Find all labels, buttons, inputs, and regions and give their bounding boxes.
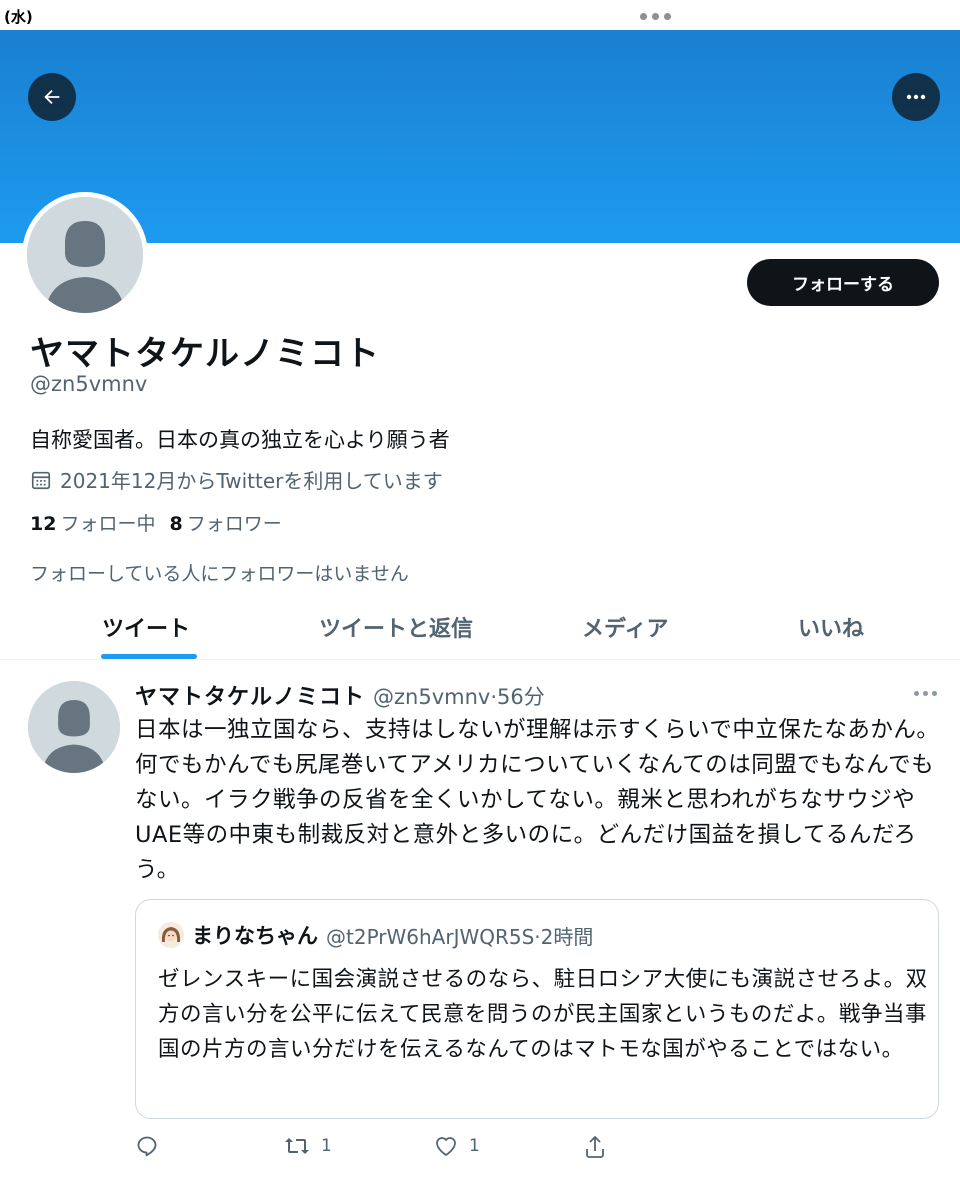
following-label: フォロー中 xyxy=(60,513,156,535)
retweet-button[interactable]: 1 xyxy=(283,1134,332,1158)
share-button[interactable] xyxy=(583,1134,607,1160)
followers-label: フォロワー xyxy=(186,513,282,535)
quoted-author-name: まりなちゃん xyxy=(192,924,318,948)
tweet-more-icon[interactable] xyxy=(914,691,937,696)
like-count: 1 xyxy=(469,1136,480,1156)
following-count: 12 xyxy=(30,513,57,535)
follow-stats: 12 フォロー中 8 フォロワー xyxy=(30,509,282,536)
joined-text: 2021年12月からTwitterを利用しています xyxy=(60,469,443,493)
tweet-meta: @zn5vmnv·56分 xyxy=(373,685,545,709)
quoted-meta: @t2PrW6hArJWQR5S·2時間 xyxy=(326,924,594,949)
like-button[interactable]: 1 xyxy=(433,1134,480,1158)
quoted-tweet[interactable]: まりなちゃん @t2PrW6hArJWQR5S·2時間 ゼレンスキーに国会演説さ… xyxy=(135,899,939,1119)
reply-button[interactable] xyxy=(135,1134,159,1158)
joined-date: 2021年12月からTwitterを利用しています xyxy=(30,465,443,494)
calendar-icon xyxy=(31,471,51,489)
status-bar: (水) xyxy=(0,0,960,30)
quoted-tweet-text: ゼレンスキーに国会演説させるのなら、駐日ロシア大使にも演説させろよ。双方の言い分… xyxy=(158,967,928,1062)
status-time: (水) xyxy=(4,8,33,26)
profile-avatar[interactable] xyxy=(22,192,148,318)
reply-icon xyxy=(137,1136,157,1157)
more-options-button[interactable] xyxy=(892,73,940,121)
arrow-left-icon xyxy=(44,89,60,105)
profile-handle: @zn5vmnv xyxy=(30,372,148,396)
quoted-tweet-header: まりなちゃん @t2PrW6hArJWQR5S·2時間 xyxy=(158,920,593,950)
default-avatar-icon xyxy=(28,681,120,773)
followers-link[interactable]: 8 フォロワー xyxy=(169,509,281,536)
multitasking-dots-icon[interactable] xyxy=(640,13,671,20)
retweet-count: 1 xyxy=(321,1136,332,1156)
active-tab-indicator xyxy=(101,654,197,659)
tweet-author-name[interactable]: ヤマトタケルノミコト xyxy=(135,679,365,711)
default-avatar-icon xyxy=(27,197,143,313)
tab-tweets-and-replies[interactable]: ツイートと返信 xyxy=(319,611,473,643)
followers-count: 8 xyxy=(169,513,183,535)
ellipsis-icon xyxy=(906,94,926,100)
tweet-text: 日本は一独立国なら、支持はしないが理解は示すくらいで中立保たなあかん。何でもかん… xyxy=(135,717,940,883)
tweet-actions: 1 1 xyxy=(135,1134,635,1164)
tweet[interactable]: ヤマトタケルノミコト @zn5vmnv·56分 日本は一独立国なら、支持はしない… xyxy=(0,661,960,1200)
follow-button[interactable]: フォローする xyxy=(747,259,939,306)
tab-likes[interactable]: いいね xyxy=(798,611,864,643)
profile-bio: 自称愛国者。日本の真の独立を心より願う者 xyxy=(30,428,450,452)
tweet-header: ヤマトタケルノミコト @zn5vmnv·56分 xyxy=(135,679,545,711)
tab-media[interactable]: メディア xyxy=(582,611,668,643)
share-icon xyxy=(586,1136,604,1158)
quoted-avatar xyxy=(158,922,184,948)
back-button[interactable] xyxy=(28,73,76,121)
followed-by-note: フォローしている人にフォロワーはいません xyxy=(30,563,409,585)
profile-display-name: ヤマトタケルノミコト xyxy=(30,334,380,374)
tweet-avatar[interactable] xyxy=(28,681,120,773)
profile-banner xyxy=(0,30,960,243)
tab-tweets[interactable]: ツイート xyxy=(102,611,190,643)
following-link[interactable]: 12 フォロー中 xyxy=(30,509,155,536)
heart-icon xyxy=(436,1137,456,1156)
retweet-icon xyxy=(285,1138,309,1154)
profile-tabs: ツイート ツイートと返信 メディア いいね xyxy=(0,598,960,660)
